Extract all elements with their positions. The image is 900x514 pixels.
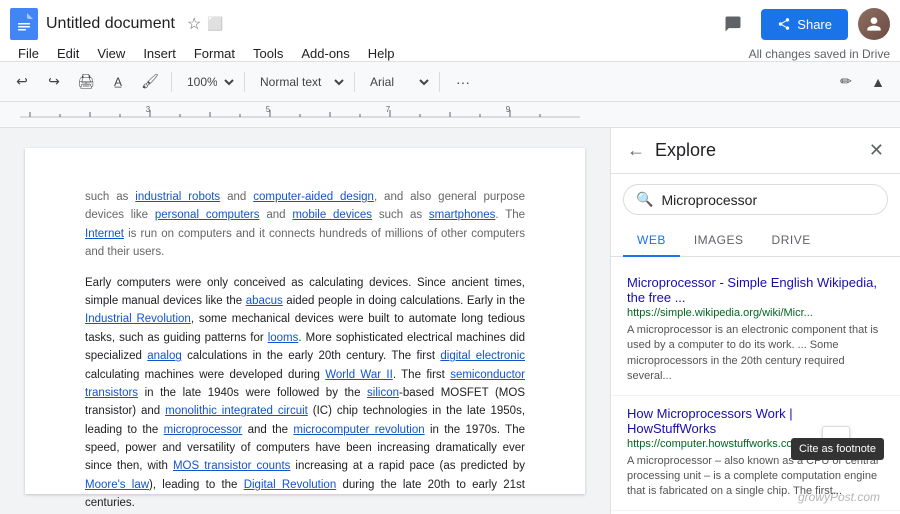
cite-footnote-tooltip: Cite as footnote (791, 438, 884, 460)
avatar-icon (864, 14, 884, 34)
paint-format-button[interactable]: 🖌 (136, 68, 164, 96)
edit-mode-button[interactable]: ✏ (832, 68, 860, 96)
share-icon (777, 17, 791, 31)
close-explore-button[interactable]: ✕ (869, 140, 884, 161)
main-content: such as industrial robots and computer-a… (0, 128, 900, 514)
drive-icon[interactable]: ⬜ (207, 16, 223, 32)
back-arrow-icon[interactable]: ← (627, 140, 645, 161)
title-row: Untitled document ☆ ⬜ Share (0, 0, 900, 44)
explore-search-bar[interactable]: 🔍 (623, 184, 888, 215)
comment-icon (723, 14, 743, 34)
toolbar-separator-2 (244, 72, 245, 92)
zoom-select[interactable]: 100% 75% 125% 150% (179, 72, 237, 92)
google-docs-logo-icon (15, 13, 33, 35)
font-select[interactable]: Arial Times New Roman Verdana (362, 72, 432, 92)
menu-edit[interactable]: Edit (49, 44, 87, 63)
result-desc-0: A microprocessor is an electronic compon… (627, 323, 884, 385)
tab-images[interactable]: IMAGES (680, 225, 758, 257)
menu-addons[interactable]: Add-ons (293, 44, 357, 63)
user-avatar[interactable] (858, 8, 890, 40)
ruler-svg: 3 5 7 9 (0, 102, 900, 128)
result-url-0: https://simple.wikipedia.org/wiki/Micr..… (627, 307, 884, 319)
watermark: growyPost.com (798, 490, 880, 504)
doc-para-0: such as industrial robots and computer-a… (85, 188, 525, 262)
svg-text:5: 5 (266, 105, 271, 114)
autosave-status: All changes saved in Drive (749, 47, 890, 61)
menu-insert[interactable]: Insert (135, 44, 184, 63)
svg-text:3: 3 (146, 105, 151, 114)
menu-bar: File Edit View Insert Format Tools Add-o… (0, 44, 900, 63)
formatting-toolbar: ↩ ↪ 🖨 A̲ 🖌 100% 75% 125% 150% Normal tex… (0, 62, 900, 102)
document-title[interactable]: Untitled document (46, 15, 175, 33)
doc-icon (10, 8, 38, 40)
explore-search-input[interactable] (661, 192, 875, 208)
toolbar-separator-4 (439, 72, 440, 92)
ruler-bar: 3 5 7 9 (0, 102, 900, 127)
toolbar-chevron-up[interactable]: ▲ (864, 68, 892, 96)
redo-button[interactable]: ↪ (40, 68, 68, 96)
menu-view[interactable]: View (89, 44, 133, 63)
menu-help[interactable]: Help (360, 44, 403, 63)
explore-title: Explore (655, 140, 859, 161)
document-area[interactable]: such as industrial robots and computer-a… (0, 128, 610, 514)
comment-button[interactable] (715, 6, 751, 42)
explore-tabs: WEB IMAGES DRIVE (611, 225, 900, 257)
spellcheck-button[interactable]: A̲ (104, 68, 132, 96)
tab-drive[interactable]: DRIVE (758, 225, 825, 257)
undo-button[interactable]: ↩ (8, 68, 36, 96)
ruler: 3 5 7 9 (0, 102, 900, 128)
toolbar-separator-3 (354, 72, 355, 92)
explore-panel: ← Explore ✕ 🔍 WEB IMAGES DRIVE Microproc… (610, 128, 900, 514)
toolbar-separator-1 (171, 72, 172, 92)
doc-para-1: Early computers were only conceived as c… (85, 274, 525, 513)
menu-file[interactable]: File (10, 44, 47, 63)
share-label: Share (797, 17, 832, 32)
tab-web[interactable]: WEB (623, 225, 680, 257)
menu-format[interactable]: Format (186, 44, 243, 63)
print-button[interactable]: 🖨 (72, 68, 100, 96)
result-item-0[interactable]: Microprocessor - Simple English Wikipedi… (611, 265, 900, 396)
title-icons: ☆ ⬜ (187, 14, 224, 34)
result-title-0: Microprocessor - Simple English Wikipedi… (627, 275, 884, 305)
paragraph-style-select[interactable]: Normal text Heading 1 Heading 2 (252, 72, 347, 92)
more-options-button[interactable]: ··· (449, 68, 477, 96)
share-button[interactable]: Share (761, 9, 848, 40)
document-page: such as industrial robots and computer-a… (25, 148, 585, 494)
search-results: Microprocessor - Simple English Wikipedi… (611, 257, 900, 514)
menu-tools[interactable]: Tools (245, 44, 291, 63)
search-icon: 🔍 (636, 191, 653, 208)
star-icon[interactable]: ☆ (187, 14, 201, 34)
top-right-actions: Share (715, 6, 890, 42)
svg-text:7: 7 (386, 105, 391, 114)
explore-header: ← Explore ✕ (611, 128, 900, 174)
top-bar: Untitled document ☆ ⬜ Share File Edit Vi… (0, 0, 900, 62)
svg-text:9: 9 (506, 105, 511, 114)
